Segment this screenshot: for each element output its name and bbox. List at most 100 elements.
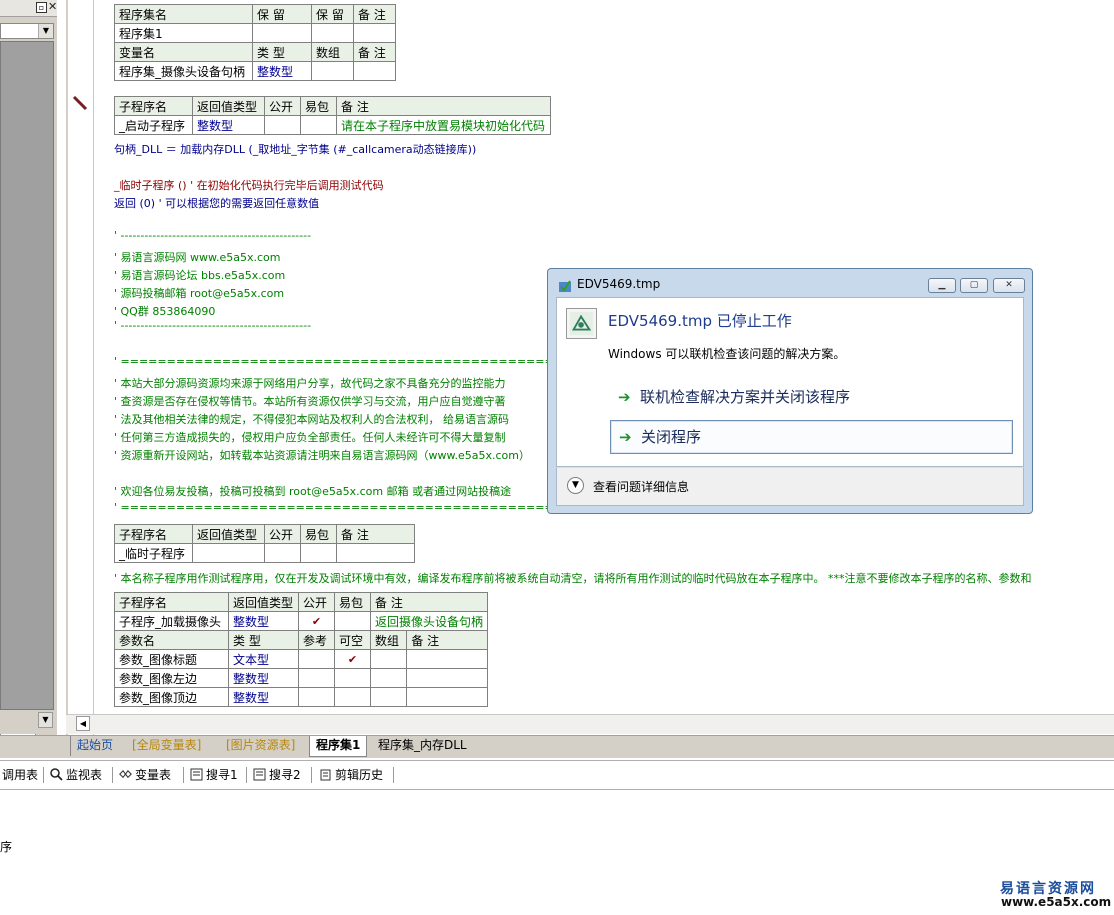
assembly-table: 程序集名 保 留 保 留 备 注 程序集1 变量名 类 型 数组 备 注 程序集… <box>114 4 396 81</box>
table-cell[interactable] <box>353 61 396 81</box>
table-cell[interactable] <box>300 115 337 135</box>
tab-global-vars[interactable]: [全局变量表] <box>126 736 207 756</box>
code-comment[interactable]: ' 查资源是否存在侵权等情节。本站所有资源仅供学习与交流，用户应自觉遵守著 <box>114 393 506 409</box>
table-cell: 备 注 <box>369 592 489 612</box>
code-comment[interactable]: ' 易语言源码网 www.e5a5x.com <box>114 249 281 265</box>
chevron-down-icon[interactable]: ▼ <box>38 24 53 38</box>
table-cell[interactable]: 参数_图像左边 <box>114 668 229 688</box>
table-cell[interactable] <box>406 649 489 669</box>
table-cell[interactable]: 整数型 <box>252 61 312 81</box>
code-comment[interactable]: ' QQ群 853864090 <box>114 303 215 319</box>
code-comment[interactable]: ' 本站大部分源码资源均来源于网络用户分享，故代码之家不具备充分的监控能力 <box>114 375 506 391</box>
table-cell[interactable]: 文本型 <box>228 649 299 669</box>
table-cell[interactable] <box>264 115 301 135</box>
code-comment[interactable]: ' 欢迎各位易友投稿，投稿可投稿到 root@e5a5x.com 邮箱 或者通过… <box>114 483 511 499</box>
table-cell[interactable] <box>334 668 371 688</box>
maximize-button[interactable]: ▢ <box>960 278 988 293</box>
close-icon[interactable]: ✕ <box>48 0 57 14</box>
magnifier-icon <box>50 768 63 781</box>
table-cell[interactable]: 程序集1 <box>114 23 253 43</box>
table-cell[interactable] <box>406 668 489 688</box>
search2-label: 搜寻2 <box>269 768 301 782</box>
table-cell[interactable]: 整数型 <box>192 115 265 135</box>
table-cell: 公开 <box>298 592 335 612</box>
search2-button[interactable]: 搜寻2 <box>253 766 301 784</box>
horizontal-scrollbar[interactable] <box>66 714 1114 734</box>
table-cell[interactable] <box>369 687 408 707</box>
left-panel-list[interactable] <box>0 41 54 710</box>
tab-assembly1[interactable]: 程序集1 <box>309 736 368 757</box>
table-cell[interactable] <box>300 543 337 563</box>
table-cell[interactable]: _启动子程序 <box>114 115 193 135</box>
code-comment[interactable]: ' --------------------------------------… <box>114 319 311 332</box>
table-cell[interactable] <box>298 668 335 688</box>
table-cell[interactable]: 整数型 <box>228 611 299 631</box>
code-comment[interactable]: ' 易语言源码论坛 bbs.e5a5x.com <box>114 267 285 283</box>
table-cell[interactable] <box>369 668 408 688</box>
code-comment[interactable]: ' 本名称子程序用作测试程序用，仅在开发及调试环境中有效，编译发布程序前将被系统… <box>114 570 1032 586</box>
pin-icon[interactable]: ▫ <box>36 2 47 13</box>
table-cell[interactable] <box>298 649 335 669</box>
scroll-down-icon[interactable]: ▼ <box>38 712 53 728</box>
code-comment[interactable]: ' 资源重新开设网站，如转载本站资源请注明来自易语言源码网（www.e5a5x.… <box>114 447 530 463</box>
table-cell: 可空 <box>334 630 371 650</box>
table-cell[interactable] <box>369 649 408 669</box>
tab-image-resources[interactable]: [图片资源表] <box>220 736 301 756</box>
var-table-button[interactable]: 变量表 <box>119 766 171 784</box>
dialog-heading: EDV5469.tmp 已停止工作 <box>608 312 792 330</box>
close-button[interactable]: ✕ <box>993 278 1025 293</box>
table-cell[interactable]: 请在本子程序中放置易模块初始化代码 <box>336 115 551 135</box>
table-cell[interactable] <box>264 543 301 563</box>
watch-table-button[interactable]: 监视表 <box>50 766 102 784</box>
close-program-option[interactable]: ➔ 关闭程序 <box>610 420 1013 454</box>
gutter-divider <box>66 0 68 735</box>
table-cell[interactable] <box>311 61 354 81</box>
clip-history-button[interactable]: 剪辑历史 <box>319 766 383 784</box>
code-line[interactable]: 返回 (0) ' 可以根据您的需要返回任意数值 <box>114 195 319 211</box>
table-cell[interactable] <box>298 687 335 707</box>
code-comment[interactable]: ' 任何第三方造成损失的，侵权用户应负全部责任。任何人未经许可不得大量复制 <box>114 429 506 445</box>
table-cell[interactable]: 程序集_摄像头设备句柄 <box>114 61 253 81</box>
table-cell: 备 注 <box>336 96 551 116</box>
tab-start-page[interactable]: 起始页 <box>70 736 119 756</box>
call-table-button[interactable]: 调用表 <box>2 766 38 784</box>
tab-assembly-memdll[interactable]: 程序集_内存DLL <box>372 736 473 756</box>
checkmark-icon[interactable]: ✔ <box>334 649 371 669</box>
table-cell[interactable] <box>252 23 312 43</box>
table-cell: 返回值类型 <box>192 96 265 116</box>
minimize-button[interactable]: ▁ <box>928 278 956 293</box>
table-cell[interactable] <box>353 23 396 43</box>
table-cell[interactable] <box>336 543 415 563</box>
load-camera-sub-table: 子程序名 返回值类型 公开 易包 备 注 子程序_加载摄像头 整数型 ✔ 返回摄… <box>114 592 489 707</box>
scroll-left-icon[interactable]: ◀ <box>76 716 90 731</box>
code-comment[interactable]: ' 法及其他相关法律的规定，不得侵犯本网站及权利人的合法权利， 给易语言源码 <box>114 411 509 427</box>
table-cell[interactable]: 子程序_加载摄像头 <box>114 611 229 631</box>
table-cell[interactable] <box>406 687 489 707</box>
table-cell[interactable]: 整数型 <box>228 687 299 707</box>
table-cell[interactable]: 返回摄像头设备句柄 <box>369 611 489 631</box>
search-window-icon <box>190 768 203 781</box>
temp-sub-table: 子程序名 返回值类型 公开 易包 备 注 _临时子程序 <box>114 524 415 563</box>
chevron-down-icon[interactable]: ▼ <box>567 477 584 494</box>
table-cell: 子程序名 <box>114 96 193 116</box>
checkmark-icon[interactable]: ✔ <box>298 611 335 631</box>
left-panel-combo[interactable]: ▼ <box>0 23 54 39</box>
code-comment[interactable]: ' --------------------------------------… <box>114 229 311 242</box>
table-cell[interactable]: 整数型 <box>228 668 299 688</box>
check-online-option[interactable]: ➔ 联机检查解决方案并关闭该程序 <box>610 381 1013 415</box>
view-details-link[interactable]: 查看问题详细信息 <box>593 478 689 495</box>
table-cell[interactable]: _临时子程序 <box>114 543 193 563</box>
table-cell[interactable] <box>334 611 371 631</box>
search1-button[interactable]: 搜寻1 <box>190 766 238 784</box>
table-cell: 返回值类型 <box>228 592 299 612</box>
table-cell[interactable] <box>311 23 354 43</box>
code-comment[interactable]: ' 源码投稿邮箱 root@e5a5x.com <box>114 285 284 301</box>
table-cell[interactable] <box>192 543 265 563</box>
table-cell[interactable] <box>334 687 371 707</box>
table-cell[interactable]: 参数_图像顶边 <box>114 687 229 707</box>
divider <box>183 767 184 783</box>
divider <box>246 767 247 783</box>
table-cell[interactable]: 参数_图像标题 <box>114 649 229 669</box>
code-line[interactable]: 句柄_DLL ＝ 加载内存DLL (_取地址_字节集 (#_callcamera… <box>114 141 476 157</box>
code-line[interactable]: _临时子程序 () ' 在初始化代码执行完毕后调用测试代码 <box>114 177 384 193</box>
